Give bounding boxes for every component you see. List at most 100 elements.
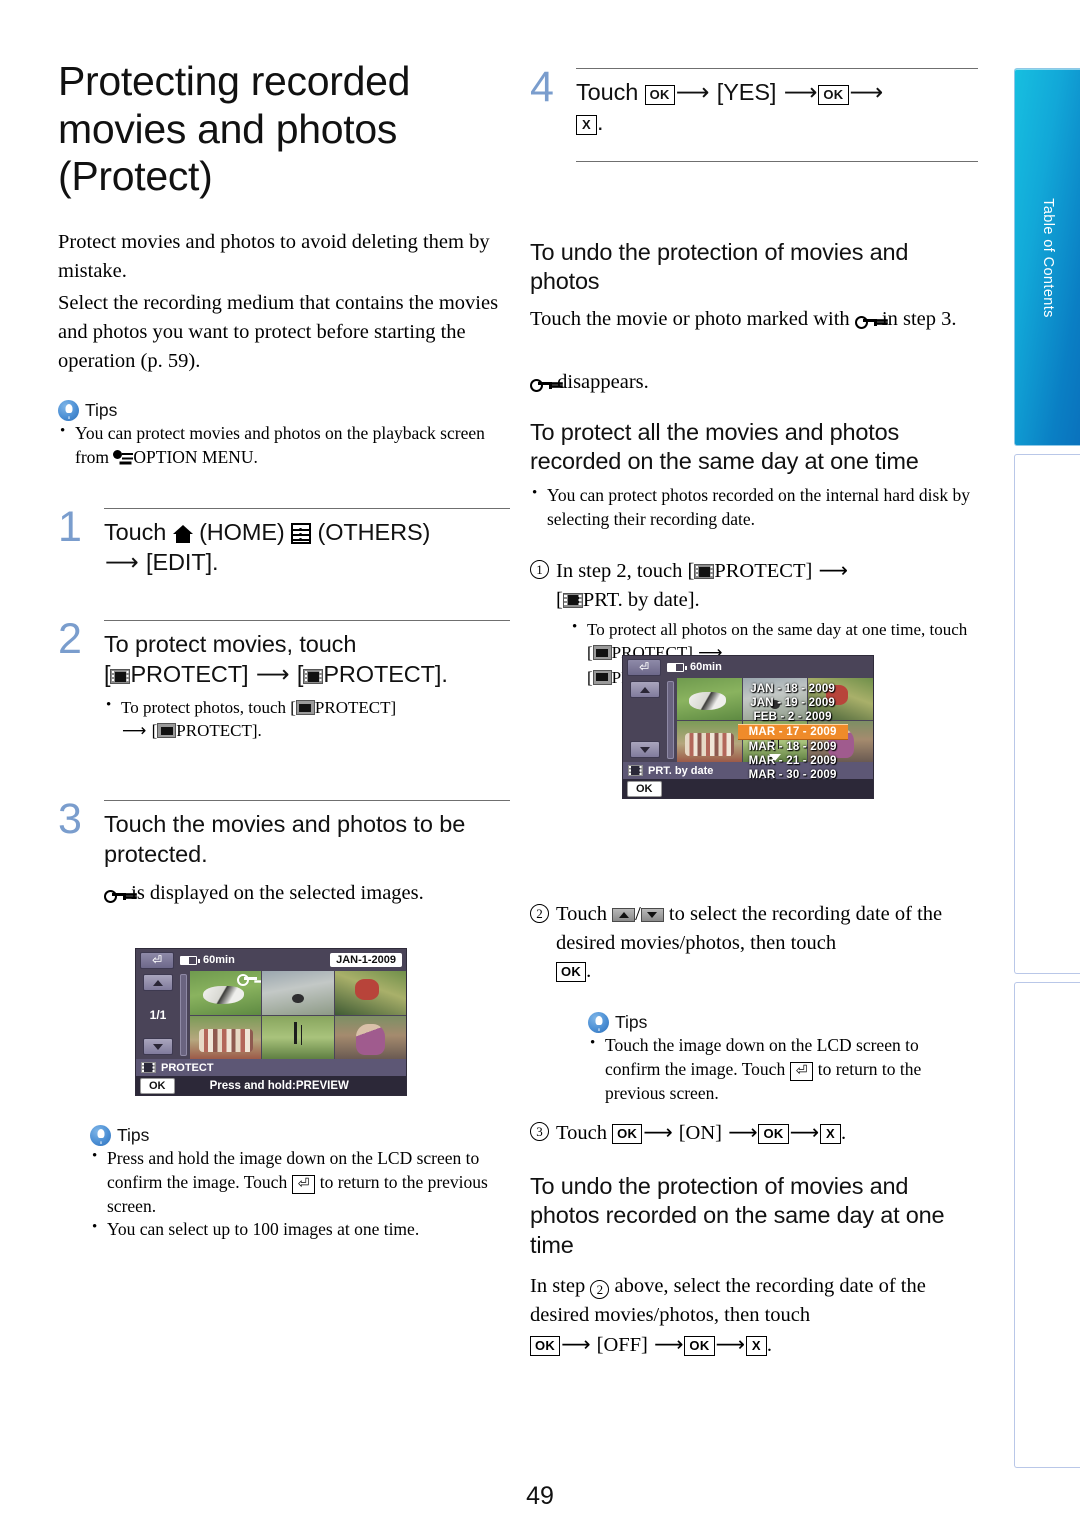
- ok-key-icon: OK: [818, 85, 849, 105]
- date-list-item[interactable]: FEB - 2 - 2009: [738, 710, 848, 724]
- scroll-down-button[interactable]: [630, 741, 660, 758]
- lightbulb-icon: [58, 400, 79, 421]
- page-number: 49: [526, 1482, 554, 1510]
- thumbnail-item[interactable]: [190, 1015, 262, 1059]
- ok-key-icon: OK: [684, 1336, 715, 1357]
- thumbnail-item[interactable]: [677, 678, 742, 720]
- back-icon[interactable]: ⏎: [140, 951, 174, 969]
- date-list-item[interactable]: MAR - 21 - 2009: [738, 754, 848, 768]
- tip-text-b: OPTION MENU.: [133, 446, 258, 467]
- date-list-item[interactable]: JAN - 18 - 2009: [738, 682, 848, 696]
- ok-button[interactable]: OK: [627, 780, 662, 797]
- tips-block-3: Tips Touch the image down on the LCD scr…: [588, 1012, 978, 1105]
- date-list-item[interactable]: MAR - 18 - 2009: [738, 740, 848, 754]
- movie-icon: [141, 1062, 156, 1073]
- item3-a: Touch: [556, 1122, 613, 1144]
- lcd-mode-bar: PROTECT: [136, 1059, 406, 1076]
- note-b: PROTECT]: [314, 698, 397, 718]
- list-item: 2 Touch / to select the recording date of…: [530, 900, 976, 986]
- thumbnail-item[interactable]: [334, 971, 406, 1015]
- movie-icon: [110, 669, 131, 685]
- step-3-note: is displayed on the selected images.: [104, 879, 510, 908]
- arrow-icon: ⟶: [783, 78, 818, 106]
- item3-d: .: [840, 1122, 847, 1144]
- step-1-t1: Touch: [104, 519, 173, 545]
- step-3-rule: [104, 800, 510, 801]
- step-2-rule: [104, 620, 510, 621]
- date-list[interactable]: JAN - 18 - 2009 JAN - 19 - 2009 FEB - 2 - …: [737, 682, 848, 782]
- thumbnail-item[interactable]: [190, 971, 262, 1015]
- tips-block-1: Tips You can protect movies and photos o…: [58, 400, 498, 470]
- tips-heading: Tips: [58, 400, 498, 421]
- arrow-icon: ⟶: [122, 721, 147, 742]
- photo-icon: [157, 723, 177, 739]
- tab-blank-upper[interactable]: [1014, 454, 1080, 974]
- date-list-item[interactable]: MAR - 30 - 2009: [738, 768, 848, 782]
- heading-undo-protection: To undo the protection of movies and pho…: [530, 239, 909, 295]
- intro-paragraph-1: Protect movies and photos to avoid delet…: [58, 231, 490, 283]
- close-key-icon: X: [745, 1336, 767, 1357]
- date-list-item[interactable]: JAN - 19 - 2009: [738, 696, 848, 710]
- back-icon[interactable]: ⏎: [627, 658, 661, 676]
- scroll-up-button[interactable]: [630, 681, 660, 698]
- note-d: PROTECT].: [176, 721, 262, 741]
- tips-label: Tips: [117, 1125, 150, 1145]
- undo-text-c: disappears.: [552, 371, 649, 393]
- tips-label: Tips: [85, 400, 118, 420]
- item1-a: In step 2, touch [: [556, 560, 695, 582]
- ok-button[interactable]: OK: [140, 1077, 175, 1094]
- return-icon: ⏎: [789, 1061, 814, 1081]
- list-item: You can select up to 100 images at one t…: [90, 1217, 500, 1242]
- lightbulb-icon: [90, 1125, 111, 1146]
- up-arrow-icon: [612, 908, 636, 922]
- list-item: You can protect photos recorded on the i…: [530, 483, 970, 532]
- undo-text-b: in step 3.: [876, 308, 957, 330]
- photo-icon: [592, 645, 612, 661]
- home-icon: [172, 525, 193, 543]
- item2-a: Touch: [556, 903, 613, 925]
- photo-icon: [295, 700, 315, 716]
- tab-rail: Table of Contents: [1014, 68, 1080, 1468]
- lcd-thumbnail-area: JAN - 18 - 2009 JAN - 19 - 2009 FEB - 2 - …: [623, 678, 873, 781]
- protect-key-icon: [104, 889, 126, 904]
- date-list-item[interactable]: MAR - 17 - 2009: [737, 724, 848, 741]
- undo-paragraph-1: Touch the movie or photo marked with in …: [530, 305, 970, 334]
- tips-list: Press and hold the image down on the LCD…: [90, 1146, 500, 1242]
- thumbnail-item[interactable]: [262, 1015, 334, 1059]
- scroll-down-button[interactable]: [143, 1038, 173, 1055]
- others-icon: [291, 523, 312, 544]
- step-4-number: 4: [530, 63, 554, 111]
- heading-undo-same-day: To undo the protection of movies and pho…: [530, 1173, 945, 1258]
- down-arrow-icon: [640, 908, 664, 922]
- lcd-thumbnail-area: 1/1: [136, 971, 406, 1059]
- step-4-t2: [YES]: [710, 79, 783, 105]
- scroll-up-button[interactable]: [143, 974, 173, 991]
- tab-blank-lower[interactable]: [1014, 982, 1080, 1468]
- thumbnail-grid: [190, 971, 406, 1059]
- protect-key-icon: [530, 378, 552, 392]
- movie-icon: [562, 592, 583, 608]
- battery-icon: [667, 662, 687, 672]
- arrow-icon: ⟶: [715, 1332, 745, 1357]
- thumbnail-item[interactable]: [677, 720, 742, 762]
- step-2-text: To protect movies, touch [PROTECT] ⟶ [PR…: [104, 629, 510, 689]
- tab-table-of-contents[interactable]: Table of Contents: [1014, 68, 1080, 446]
- item2-d: .: [586, 960, 592, 983]
- step-2-number: 2: [58, 615, 82, 663]
- circle-number-2: 2: [590, 1280, 610, 1299]
- ordered-step-2: 2 Touch / to select the recording date of…: [530, 900, 976, 988]
- circle-number-3: 3: [530, 1122, 549, 1141]
- arrow-icon: ⟶: [675, 78, 710, 106]
- thumbnail-item[interactable]: [262, 971, 334, 1015]
- thumbnail-item[interactable]: [334, 1015, 406, 1059]
- arrow-icon: ⟶: [789, 1120, 819, 1144]
- battery-icon: [180, 955, 200, 965]
- lightbulb-icon: [588, 1012, 609, 1033]
- list-item: Touch the image down on the LCD screen t…: [588, 1033, 978, 1105]
- intro-paragraph-2: Select the recording medium that contain…: [58, 292, 499, 373]
- step-2-t5: PROTECT].: [323, 661, 448, 688]
- ok-key-icon: OK: [612, 1124, 643, 1144]
- heading-protect-all-same-day: To protect all the movies and photos rec…: [530, 419, 919, 475]
- scrollbar[interactable]: [667, 681, 674, 759]
- scrollbar[interactable]: [180, 974, 187, 1056]
